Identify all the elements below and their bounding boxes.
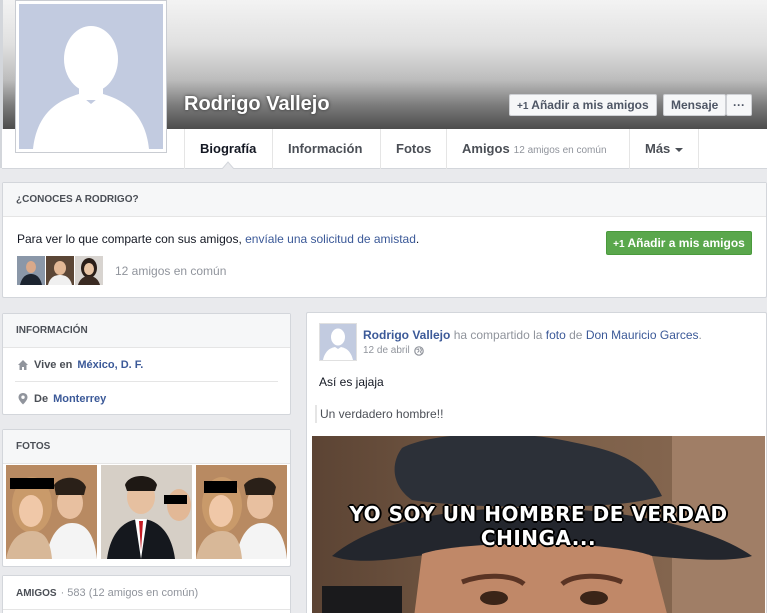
add-friend-label: Añadir a mis amigos	[531, 98, 649, 112]
active-tab-pointer	[222, 161, 234, 169]
info-box: INFORMACIÓN Vive en México, D. F. De Mon…	[2, 313, 291, 415]
photo-thumbnail[interactable]	[6, 465, 97, 559]
know-box-text: Para ver lo que comparte con sus amigos,…	[17, 232, 420, 246]
tab-sublabel: 12 amigos en común	[513, 145, 607, 156]
post-card: Rodrigo Vallejo ha compartido la foto de…	[306, 312, 767, 613]
redaction-bar	[204, 481, 237, 493]
from-link[interactable]: Monterrey	[53, 393, 106, 405]
house-icon	[18, 360, 28, 370]
post-author-name[interactable]: Rodrigo Vallejo	[363, 328, 450, 342]
tab-label: Más	[645, 141, 671, 156]
post-text: Así es jajaja	[319, 375, 384, 389]
post-quote: Un verdadero hombre!!	[315, 405, 443, 423]
profile-name[interactable]: Rodrigo Vallejo	[184, 93, 330, 116]
post-image[interactable]: YO SOY UN HOMBRE DE VERDAD CHINGA...	[312, 436, 765, 613]
photo-thumbnail[interactable]	[196, 465, 287, 559]
shared-photo-link[interactable]: foto	[546, 328, 566, 342]
from-row: De Monterrey	[17, 392, 106, 405]
divider	[15, 381, 278, 382]
tab-fotos[interactable]: Fotos	[380, 129, 446, 169]
redaction-bar	[10, 478, 54, 489]
avatar[interactable]	[17, 256, 45, 285]
know-person-box: ¿CONOCES A RODRIGO? Para ver lo que comp…	[2, 182, 767, 298]
message-button[interactable]: Mensaje	[663, 94, 727, 116]
avatar[interactable]	[46, 256, 74, 285]
add-friend-icon: +1	[613, 239, 625, 250]
photos-box: FOTOS	[2, 429, 291, 567]
silhouette-icon	[33, 26, 149, 149]
photo-thumbnail[interactable]	[101, 465, 192, 559]
add-friend-button-green[interactable]: +1 Añadir a mis amigos	[606, 231, 752, 255]
friends-count: · 583 (12 amigos en común)	[60, 587, 199, 599]
mutual-friends-avatars	[17, 256, 103, 285]
tab-label: Fotos	[396, 141, 432, 156]
caret-down-icon	[675, 147, 684, 152]
avatar[interactable]	[75, 256, 103, 285]
add-friend-button[interactable]: +1 Añadir a mis amigos	[509, 94, 657, 116]
tab-amigos[interactable]: Amigos 12 amigos en común	[446, 129, 630, 169]
post-author-avatar[interactable]	[319, 323, 357, 361]
tab-mas[interactable]: Más	[629, 129, 699, 169]
tab-informacion[interactable]: Información	[272, 129, 380, 169]
profile-picture[interactable]	[15, 0, 167, 153]
redaction-bar	[164, 495, 187, 504]
tab-label: Biografía	[200, 141, 257, 156]
lives-in-link[interactable]: México, D. F.	[77, 359, 143, 371]
add-friend-icon: +1	[517, 101, 529, 112]
meme-caption: YO SOY UN HOMBRE DE VERDAD CHINGA...	[349, 502, 728, 550]
silhouette-icon	[323, 328, 353, 360]
photos-box-title[interactable]: FOTOS	[3, 430, 290, 464]
globe-icon	[413, 345, 424, 356]
more-options-button[interactable]: ···	[726, 94, 752, 116]
friends-box: AMIGOS · 583 (12 amigos en común)	[2, 575, 291, 613]
info-box-title: INFORMACIÓN	[3, 314, 290, 348]
tab-label: Amigos	[462, 141, 510, 156]
location-pin-icon	[18, 393, 28, 405]
tab-label: Información	[288, 141, 363, 156]
post-timestamp[interactable]: 12 de abril	[363, 345, 424, 356]
source-page-link[interactable]: Don Mauricio Garces	[586, 328, 699, 342]
mutual-friends-count[interactable]: 12 amigos en común	[115, 264, 226, 278]
lives-in-row: Vive en México, D. F.	[17, 359, 143, 371]
send-request-link[interactable]: envíale una solicitud de amistad	[245, 232, 416, 246]
post-header: Rodrigo Vallejo ha compartido la foto de…	[363, 328, 702, 342]
add-friend-label: Añadir a mis amigos	[627, 236, 745, 250]
know-box-title: ¿CONOCES A RODRIGO?	[3, 183, 766, 217]
friends-box-header: AMIGOS · 583 (12 amigos en común)	[3, 576, 290, 610]
friends-box-title[interactable]: AMIGOS	[16, 588, 57, 599]
